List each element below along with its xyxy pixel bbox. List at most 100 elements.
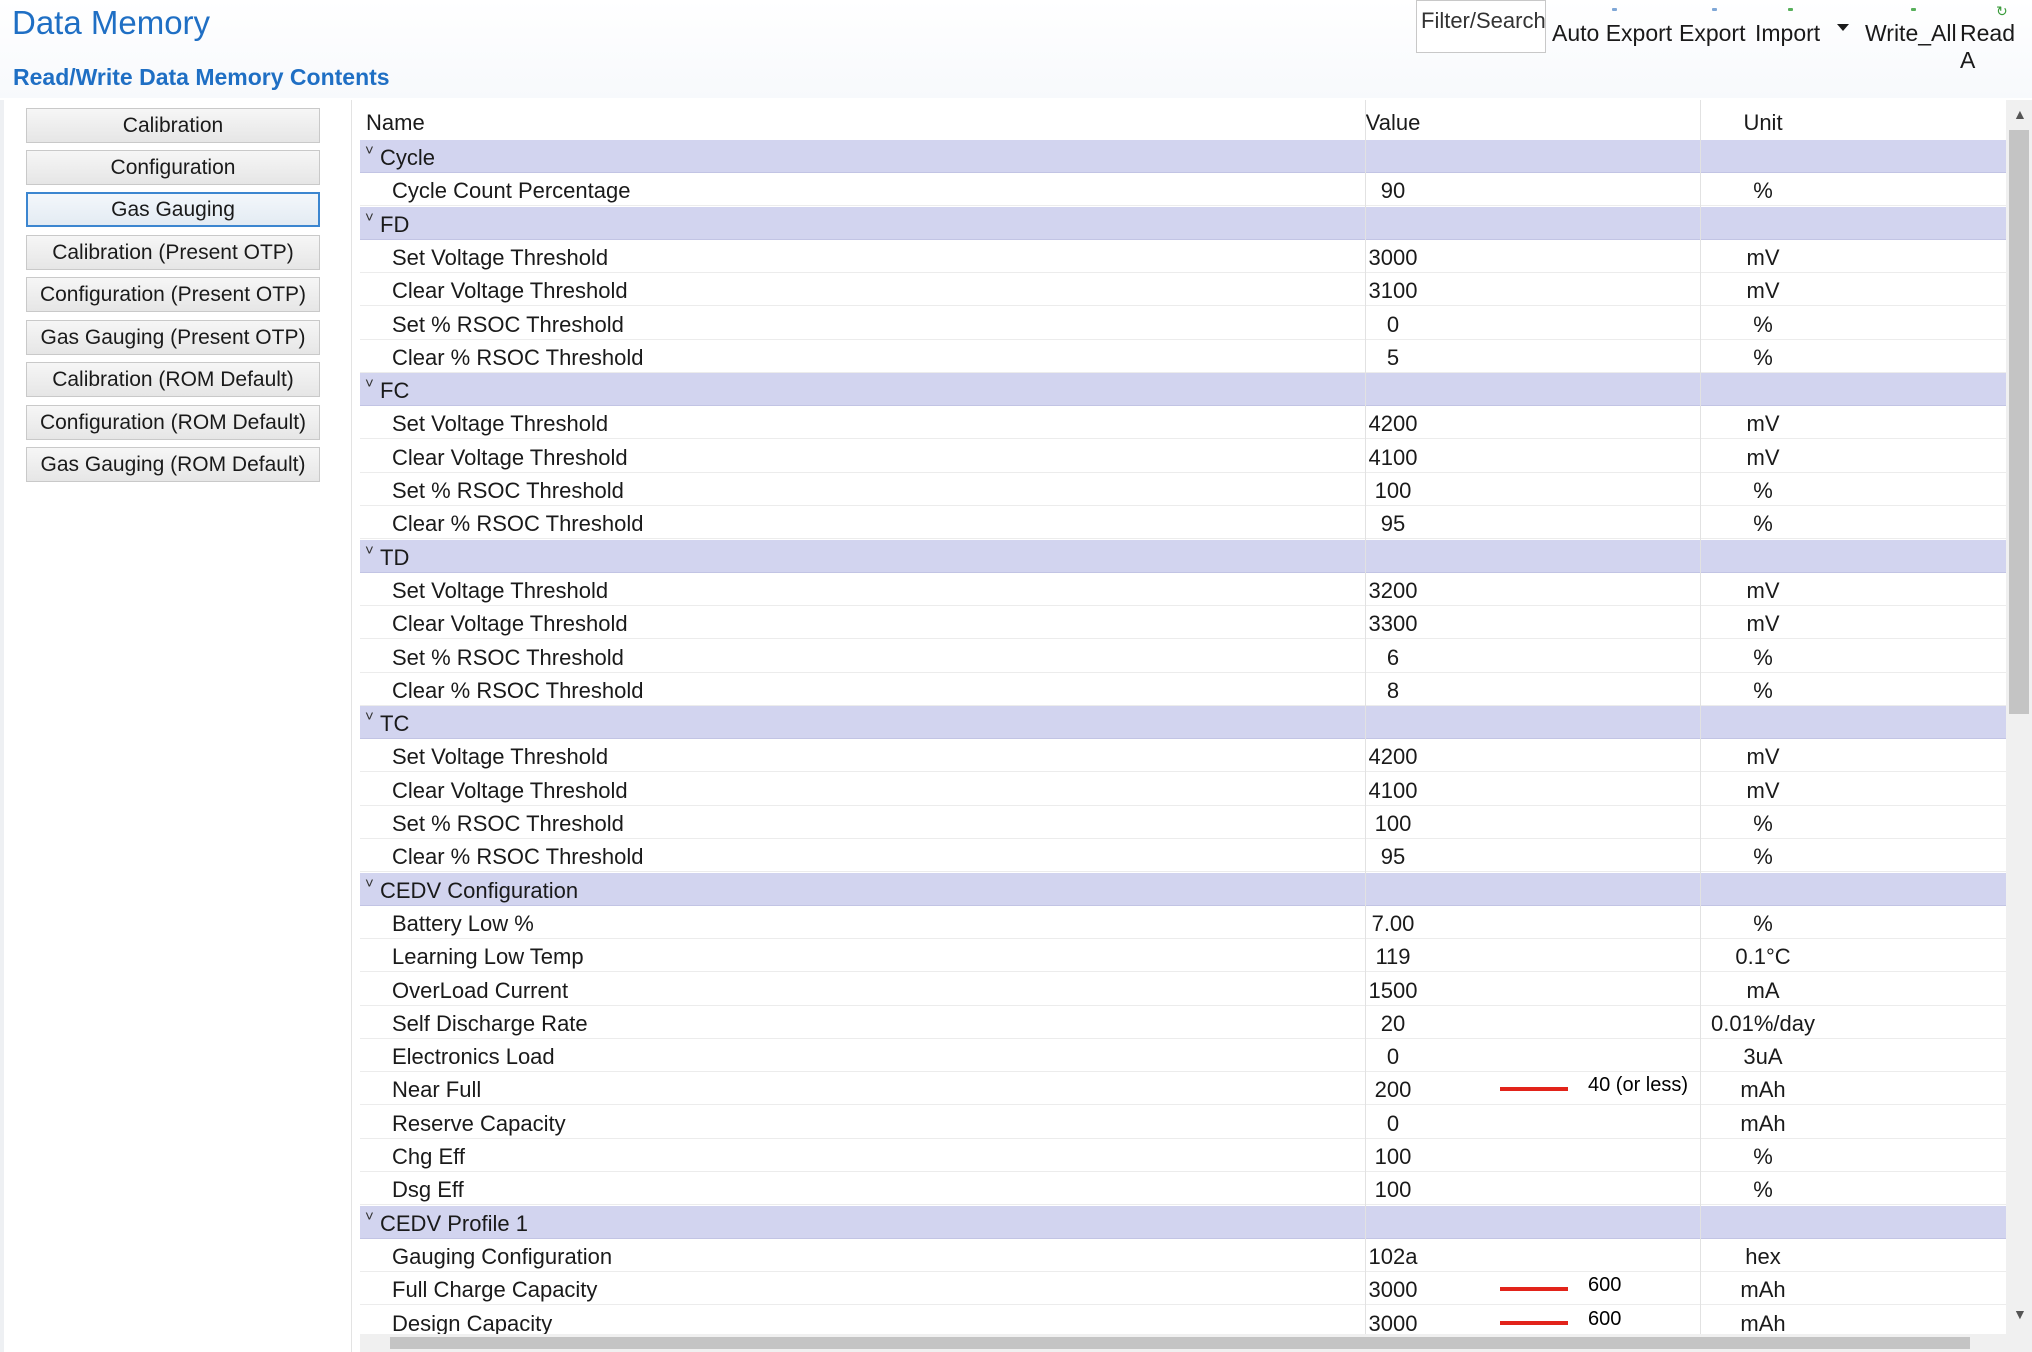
table-row[interactable]: Self Discharge Rate 20 0.01%/day bbox=[360, 1005, 2006, 1039]
table-row[interactable]: Set Voltage Threshold 4200 mV bbox=[360, 406, 2006, 440]
parameter-value[interactable]: 100 bbox=[1328, 478, 1458, 504]
nav-gas-gauging-present-otp-button[interactable]: Gas Gauging (Present OTP) bbox=[26, 320, 320, 355]
group-row[interactable]: ˅ FD bbox=[360, 206, 2006, 240]
parameter-value[interactable]: 0 bbox=[1328, 312, 1458, 338]
table-row[interactable]: Clear % RSOC Threshold 8% bbox=[360, 672, 2006, 706]
group-row[interactable]: ˅ CEDV Profile 1 bbox=[360, 1205, 2006, 1239]
parameter-value[interactable]: 119 bbox=[1328, 944, 1458, 970]
table-row[interactable]: Clear % RSOC Threshold 5% bbox=[360, 339, 2006, 373]
vertical-scrollbar[interactable]: ▲ ▼ bbox=[2006, 100, 2032, 1352]
parameter-name: Full Charge Capacity bbox=[392, 1277, 598, 1303]
group-row[interactable]: ˅ TD bbox=[360, 539, 2006, 573]
parameter-value[interactable]: 3200 bbox=[1328, 578, 1458, 604]
parameter-value[interactable]: 3000 bbox=[1328, 245, 1458, 271]
parameter-value[interactable]: 1500 bbox=[1328, 978, 1458, 1004]
vertical-scroll-thumb[interactable] bbox=[2009, 130, 2029, 714]
parameter-value[interactable]: 100 bbox=[1328, 811, 1458, 837]
table-row[interactable]: Electronics Load 0 3uA bbox=[360, 1039, 2006, 1073]
table-row[interactable]: Set % RSOC Threshold 6% bbox=[360, 639, 2006, 673]
table-row[interactable]: Cycle Count Percentage 90% bbox=[360, 173, 2006, 207]
horizontal-scroll-thumb[interactable] bbox=[390, 1337, 1970, 1349]
group-row[interactable]: ˅ CEDV Configuration bbox=[360, 872, 2006, 906]
parameter-value[interactable]: 4100 bbox=[1328, 445, 1458, 471]
filter-search-input[interactable]: Filter/Search bbox=[1416, 0, 1546, 53]
nav-gas-gauging-button[interactable]: Gas Gauging bbox=[26, 192, 320, 227]
group-row[interactable]: ˅ FC bbox=[360, 373, 2006, 407]
expand-chevron-down-icon[interactable]: ˅ bbox=[365, 542, 374, 559]
expand-chevron-down-icon[interactable]: ˅ bbox=[365, 1208, 374, 1225]
nav-gas-gauging-rom-default-button[interactable]: Gas Gauging (ROM Default) bbox=[26, 447, 320, 482]
parameter-unit: 0.1°C bbox=[1735, 944, 1791, 970]
parameter-value[interactable]: 8 bbox=[1328, 678, 1458, 704]
parameter-value[interactable]: 90 bbox=[1328, 178, 1458, 204]
group-row[interactable]: ˅ TC bbox=[360, 706, 2006, 740]
nav-calibration-present-otp-button[interactable]: Calibration (Present OTP) bbox=[26, 235, 320, 270]
column-header-unit[interactable]: Unit bbox=[1700, 110, 1826, 136]
column-header-value[interactable]: Value bbox=[1328, 110, 1458, 136]
parameter-value[interactable]: 3000 bbox=[1328, 1311, 1458, 1337]
parameter-value[interactable]: 95 bbox=[1328, 511, 1458, 537]
table-row[interactable]: Set % RSOC Threshold 100% bbox=[360, 806, 2006, 839]
expand-chevron-down-icon[interactable]: ˅ bbox=[365, 875, 374, 892]
scroll-up-icon[interactable]: ▲ bbox=[2013, 106, 2027, 122]
table-row[interactable]: Gauging Configuration 102a hex bbox=[360, 1238, 2006, 1272]
expand-chevron-down-icon[interactable]: ˅ bbox=[365, 209, 374, 226]
parameter-value[interactable]: 4200 bbox=[1328, 744, 1458, 770]
table-row[interactable]: OverLoad Current 1500 mA bbox=[360, 972, 2006, 1006]
parameter-value[interactable]: 4200 bbox=[1328, 411, 1458, 437]
parameter-value[interactable]: 100 bbox=[1328, 1177, 1458, 1203]
column-header-name[interactable]: Name bbox=[366, 110, 425, 136]
parameter-value[interactable]: 200 bbox=[1328, 1077, 1458, 1103]
nav-configuration-present-otp-button[interactable]: Configuration (Present OTP) bbox=[26, 277, 320, 312]
expand-chevron-down-icon[interactable]: ˅ bbox=[365, 375, 374, 392]
table-row[interactable]: Set Voltage Threshold 3000 mV bbox=[360, 239, 2006, 273]
nav-calibration-rom-default-button[interactable]: Calibration (ROM Default) bbox=[26, 362, 320, 397]
table-row[interactable]: Clear Voltage Threshold 4100 mV bbox=[360, 439, 2006, 473]
export-button[interactable]: Export bbox=[1679, 8, 1745, 47]
parameter-value[interactable]: 4100 bbox=[1328, 778, 1458, 804]
table-row[interactable]: Set Voltage Threshold 4200 mV bbox=[360, 739, 2006, 773]
table-row[interactable]: Set % RSOC Threshold 0% bbox=[360, 306, 2006, 340]
read-all-button[interactable]: Read A bbox=[1960, 20, 2032, 74]
scroll-down-icon[interactable]: ▼ bbox=[2013, 1306, 2027, 1322]
import-button[interactable]: Import bbox=[1755, 8, 1820, 47]
parameter-name: Gauging Configuration bbox=[392, 1243, 613, 1269]
table-row[interactable]: Clear % RSOC Threshold 95% bbox=[360, 839, 2006, 873]
parameter-value[interactable]: 20 bbox=[1328, 1011, 1458, 1037]
parameter-value[interactable]: 5 bbox=[1328, 345, 1458, 371]
nav-configuration-button[interactable]: Configuration bbox=[26, 150, 320, 185]
parameter-value[interactable]: 0 bbox=[1328, 1044, 1458, 1070]
table-row[interactable]: Clear Voltage Threshold 3100 mV bbox=[360, 273, 2006, 307]
parameter-value[interactable]: 6 bbox=[1328, 645, 1458, 671]
parameter-name: Battery Low % bbox=[392, 910, 534, 936]
parameter-value[interactable]: 0 bbox=[1328, 1111, 1458, 1137]
table-row[interactable]: Set Voltage Threshold 3200 mV bbox=[360, 572, 2006, 606]
horizontal-scrollbar[interactable] bbox=[360, 1334, 2006, 1352]
table-row[interactable]: Full Charge Capacity 3000 mAh 600 bbox=[360, 1272, 2006, 1306]
parameter-value[interactable]: 100 bbox=[1328, 1144, 1458, 1170]
group-row[interactable]: ˅ Cycle bbox=[360, 140, 2006, 173]
table-row[interactable]: Learning Low Temp 119 0.1°C bbox=[360, 939, 2006, 973]
table-row[interactable]: Reserve Capacity 0 mAh bbox=[360, 1105, 2006, 1139]
parameter-value[interactable]: 3100 bbox=[1328, 278, 1458, 304]
table-row[interactable]: Battery Low % 7.00% bbox=[360, 905, 2006, 939]
table-row[interactable]: Clear % RSOC Threshold 95% bbox=[360, 506, 2006, 540]
write-all-button[interactable]: Write_All bbox=[1865, 8, 1957, 47]
table-row[interactable]: Clear Voltage Threshold 4100 mV bbox=[360, 772, 2006, 806]
parameter-value[interactable]: 3000 bbox=[1328, 1277, 1458, 1303]
parameter-value[interactable]: 95 bbox=[1328, 844, 1458, 870]
expand-chevron-down-icon[interactable]: ˅ bbox=[365, 142, 374, 159]
expand-chevron-down-icon[interactable]: ˅ bbox=[365, 708, 374, 725]
import-dropdown-chevron-down-icon[interactable] bbox=[1837, 24, 1849, 31]
table-row[interactable]: Dsg Eff 100% bbox=[360, 1172, 2006, 1206]
table-row[interactable]: Set % RSOC Threshold 100% bbox=[360, 473, 2006, 506]
parameter-value[interactable]: 102a bbox=[1328, 1244, 1458, 1270]
parameter-value[interactable]: 3300 bbox=[1328, 611, 1458, 637]
table-row[interactable]: Clear Voltage Threshold 3300 mV bbox=[360, 606, 2006, 640]
nav-configuration-rom-default-button[interactable]: Configuration (ROM Default) bbox=[26, 405, 320, 440]
nav-calibration-button[interactable]: Calibration bbox=[26, 108, 320, 143]
parameter-value[interactable]: 7.00 bbox=[1328, 911, 1458, 937]
auto-export-button[interactable]: Auto Export bbox=[1552, 8, 1672, 47]
table-row[interactable]: Near Full 200 mAh 40 (or less) bbox=[360, 1072, 2006, 1106]
table-row[interactable]: Chg Eff 100% bbox=[360, 1139, 2006, 1172]
